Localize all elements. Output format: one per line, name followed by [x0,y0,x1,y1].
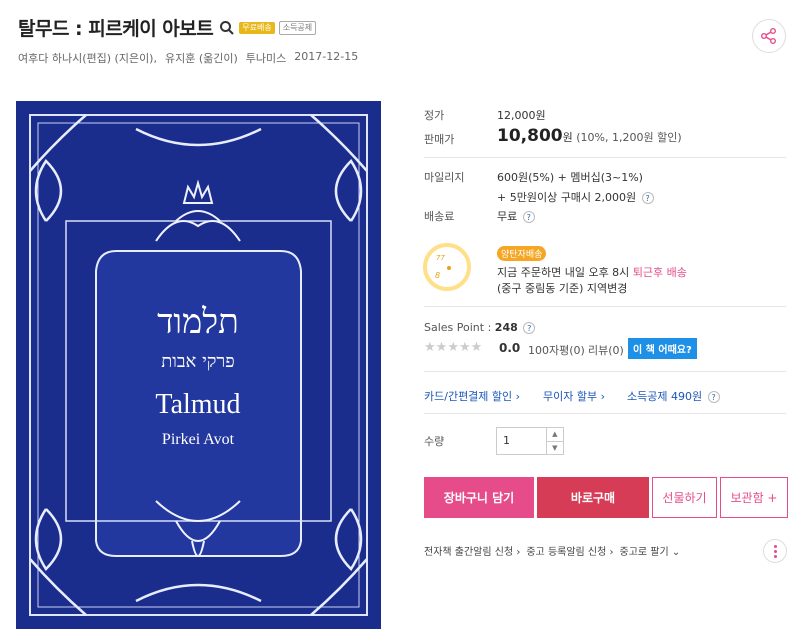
free-shipping-badge: 무료배송 [239,21,275,34]
installment-link[interactable]: 무이자 할부 › [543,388,605,404]
help-icon[interactable]: ? [641,192,654,204]
share-icon [761,28,776,44]
shipping-value: 무료 [497,210,518,223]
clock-hour-label: 8 [435,271,441,280]
list-price-label: 정가 [424,109,445,122]
help-icon[interactable]: ? [522,211,535,223]
star-icon: ★ [470,340,483,355]
alert-links: 전자책 출간알림 신청 › 중고 등록알림 신청 › 중고로 팔기 ⌄ [424,543,680,558]
sale-price-unit: 원 [562,131,573,144]
installment-label: 무이자 할부 [543,390,598,403]
add-to-cart-button[interactable]: 장바구니 담기 [424,477,534,518]
cover-art: תלמוד פרקי אבות Talmud Pirkei Avot [16,101,381,629]
clock-top-label: 77 [436,254,445,262]
quantity-stepper[interactable]: 1 ▲ ▼ [496,427,564,455]
used-alert-label: 중고 등록알림 신청 [526,547,607,558]
rating-stars: ★ ★ ★ ★ ★ [424,340,482,355]
book-cover[interactable]: תלמוד פרקי אבות Talmud Pirkei Avot [16,101,381,629]
delivery-clock-icon: 77 8 [423,243,471,291]
delivery-highlight: 퇴근후 배송 [632,266,687,279]
dot-icon [773,554,777,558]
discount-text: (10%, 1,200원 할인) [576,131,682,144]
cover-hebrew-subtitle: פרקי אבות [161,351,234,372]
sale-price-value: 10,800 [497,126,563,146]
chevron-up-icon[interactable]: ▲ [546,428,563,442]
shipping-label: 배송료 [424,210,455,223]
author-link[interactable]: 여후다 하나시(편집) (지은이), [18,50,157,66]
mileage-label: 마일리지 [424,171,465,184]
cover-english-title: Talmud [155,389,240,420]
gift-button[interactable]: 선물하기 [652,477,717,518]
star-icon: ★ [447,340,459,355]
divider [424,413,786,414]
card-discount-label: 카드/간편결제 할인 [424,390,513,403]
publish-date: 2017-12-15 [294,50,359,63]
delivery-badge: 양탄자배송 [497,246,547,261]
mileage-line1: 600원(5%) + 멤버십(3~1%) [497,171,643,184]
book-meta: 여후다 하나시(편집) (지은이), 유지훈 (옮긴이) 투나미스 2017-1… [18,50,358,66]
star-icon: ★ [424,340,436,355]
used-alert-link[interactable]: 중고 등록알림 신청 › [526,543,613,558]
tax-deduction-link[interactable]: 소득공제 490원 ? [627,388,720,404]
sales-point: Sales Point : 248 ? [424,321,536,334]
more-options-button[interactable] [763,539,787,563]
quantity-arrows: ▲ ▼ [545,428,563,455]
dot-icon [773,544,777,548]
dot-icon [773,549,777,553]
help-icon[interactable]: ? [707,391,720,403]
star-icon: ★ [435,340,448,355]
wishlist-button[interactable]: 보관함 + [720,477,788,518]
sell-used-label: 중고로 팔기 [619,547,669,558]
divider [424,371,786,372]
reviews-100-link[interactable]: 100자평(0) [528,342,585,358]
star-icon: ★ [458,340,471,355]
page-title: 탈무드 : 피르케이 아보트 [18,18,214,40]
list-price-value: 12,000원 [497,109,546,122]
sale-price-label: 판매가 [424,133,455,146]
sell-used-link[interactable]: 중고로 팔기 ⌄ [620,543,681,558]
ebook-alert-link[interactable]: 전자책 출간알림 신청 › [424,543,520,558]
delivery-line1-text: 지금 주문하면 내일 오후 8시 [497,266,630,279]
delivery-line1: 지금 주문하면 내일 오후 8시 퇴근후 배송 [497,264,687,280]
divider [424,157,786,158]
mileage-line2: + 5만원이상 구매시 2,000원 ? [497,189,654,205]
translator-link[interactable]: 유지훈 (옮긴이) [165,50,238,66]
publisher-link[interactable]: 투나미스 [246,50,286,66]
cover-hebrew-title: תלמוד [157,302,239,342]
tax-deduction-label: 소득공제 490원 [627,390,703,403]
quantity-input[interactable]: 1 [497,428,546,454]
help-icon[interactable]: ? [523,322,536,334]
mileage-line2-text: + 5만원이상 구매시 2,000원 [497,191,637,204]
sales-point-value: 248 [494,321,518,334]
quantity-label: 수량 [424,435,445,448]
divider [424,306,786,307]
search-icon[interactable] [219,20,235,36]
delivery-region[interactable]: (중구 중림동 기준) 지역변경 [497,280,627,296]
share-button[interactable] [752,19,786,53]
rating-score: 0.0 [499,341,521,355]
reviews-link[interactable]: 리뷰(0) [588,342,624,358]
cover-english-subtitle: Pirkei Avot [162,431,235,448]
clock-dot [447,266,451,270]
tax-deduction-badge: 소득공제 [278,20,317,35]
shipping-value-wrap: 무료 ? [497,208,535,224]
buy-now-button[interactable]: 바로구매 [537,477,649,518]
ebook-alert-label: 전자책 출간알림 신청 [424,547,514,558]
sale-price: 10,800원 (10%, 1,200원 할인) [497,126,682,146]
chevron-down-icon[interactable]: ▼ [547,442,563,455]
sales-point-label: Sales Point : [424,321,492,334]
title-row: 탈무드 : 피르케이 아보트 무료배송 소득공제 [18,14,317,41]
book-opinion-button[interactable]: 이 책 어때요? [628,338,697,359]
card-discount-link[interactable]: 카드/간편결제 할인 › [424,388,520,404]
